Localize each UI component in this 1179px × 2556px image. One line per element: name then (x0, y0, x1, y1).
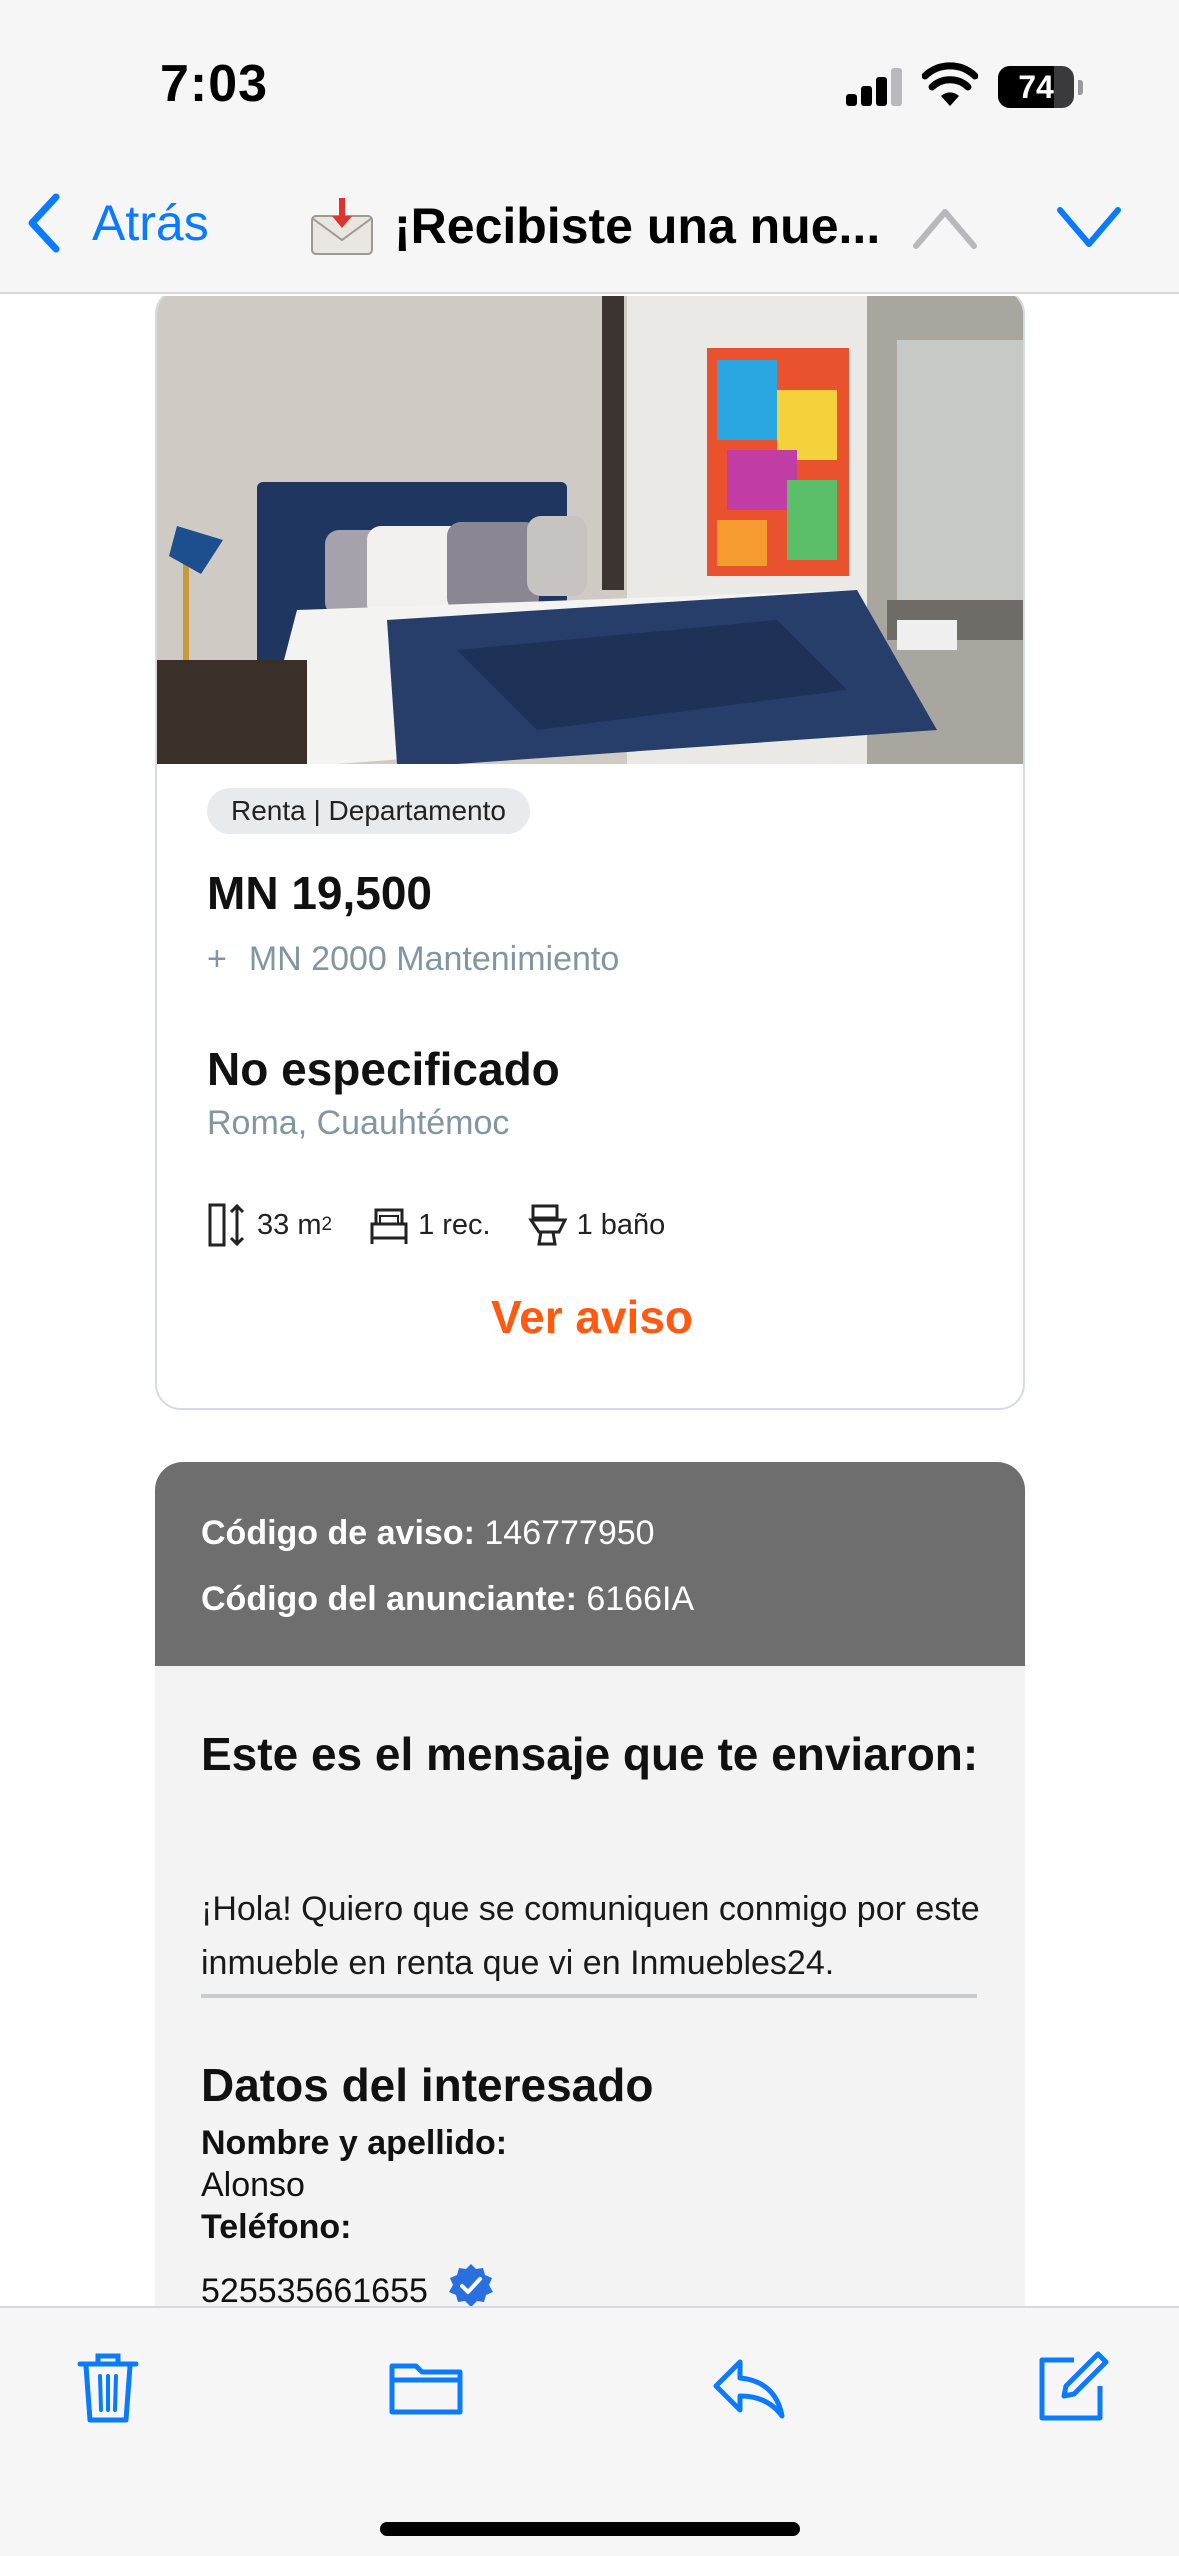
listing-features: 33 m2 1 rec. 1 baño (207, 1200, 701, 1250)
area-value: 33 m (257, 1208, 322, 1241)
advertiser-code-label: Código del anunciante: (201, 1580, 577, 1618)
ad-code-value: 146777950 (484, 1514, 655, 1552)
message-divider (201, 1994, 977, 1998)
message-heading: Este es el mensaje que te enviaron: (201, 1728, 979, 1780)
feature-baths: 1 baño (527, 1202, 666, 1248)
reply-icon[interactable] (710, 2350, 786, 2426)
battery-icon: 74 (998, 66, 1074, 108)
maintenance-fee: + MN 2000 Mantenimiento (207, 940, 619, 979)
baths-value: 1 baño (576, 1208, 666, 1241)
battery-percent: 74 (1018, 69, 1054, 105)
toilet-icon (527, 1204, 568, 1246)
maintenance-plus: + (207, 940, 227, 978)
phone-value[interactable]: 525535661655 (201, 2272, 428, 2306)
message-section: Este es el mensaje que te enviaron: ¡Hol… (155, 1666, 1025, 2306)
back-label: Atrás (92, 195, 209, 251)
chevron-left-icon (28, 193, 60, 253)
feature-area: 33 m2 (207, 1202, 332, 1248)
feature-rooms: 1 rec. (368, 1202, 491, 1248)
folder-icon[interactable] (388, 2350, 464, 2426)
area-icon (208, 1203, 245, 1247)
trash-icon[interactable] (70, 2350, 146, 2426)
home-indicator[interactable] (380, 2522, 800, 2536)
phone-label: Teléfono: (201, 2208, 352, 2246)
compose-icon[interactable] (1034, 2350, 1110, 2426)
listing-address: No especificado (207, 1043, 560, 1095)
subject-text: ¡Recibiste una nue... (394, 198, 881, 254)
maintenance-text: MN 2000 Mantenimiento (248, 940, 620, 978)
rooms-value: 1 rec. (418, 1208, 491, 1241)
ad-code-label: Código de aviso: (201, 1514, 475, 1552)
listing-price: MN 19,500 (207, 867, 433, 919)
view-listing-link[interactable]: Ver aviso (157, 1290, 1023, 1344)
status-time: 7:03 (160, 55, 269, 113)
listing-codes: Código de aviso: 146777950 Código del an… (155, 1462, 1025, 1666)
chevron-up-icon[interactable] (912, 204, 978, 252)
mail-toolbar (0, 2306, 1179, 2556)
advertiser-code-value: 6166IA (586, 1580, 695, 1618)
phone-row: 525535661655 (201, 2262, 495, 2306)
email-subject-title: ¡Recibiste una nue... (308, 196, 880, 256)
battery-cap (1078, 80, 1083, 95)
interested-heading: Datos del interesado (201, 2059, 654, 2111)
email-body[interactable]: Renta | Departamento MN 19,500 + MN 2000 … (0, 296, 1179, 2306)
name-label: Nombre y apellido: (201, 2124, 508, 2162)
name-value: Alonso (201, 2166, 305, 2204)
status-bar: 7:03 74 (0, 0, 1179, 160)
chevron-down-icon[interactable] (1056, 204, 1122, 252)
incoming-envelope-icon (311, 198, 373, 255)
cellular-signal-icon (846, 68, 904, 106)
message-text: ¡Hola! Quiero que se comuniquen conmigo … (201, 1890, 980, 1982)
wifi-icon (922, 62, 978, 106)
listing-card: Renta | Departamento MN 19,500 + MN 2000 … (155, 296, 1025, 1410)
bed-icon (370, 1208, 408, 1244)
mail-nav-bar: Atrás ¡Recibiste una nue... (0, 160, 1179, 294)
property-photo[interactable] (157, 296, 1025, 764)
verified-badge-icon (449, 2264, 494, 2306)
listing-tags: Renta | Departamento (207, 788, 530, 834)
ad-code: Código de aviso: 146777950 (201, 1514, 655, 1553)
area-unit-exponent: 2 (321, 1214, 333, 1235)
back-button[interactable]: Atrás (22, 188, 209, 258)
listing-location: Roma, Cuauhtémoc (207, 1104, 510, 1142)
advertiser-code: Código del anunciante: 6166IA (201, 1580, 694, 1619)
